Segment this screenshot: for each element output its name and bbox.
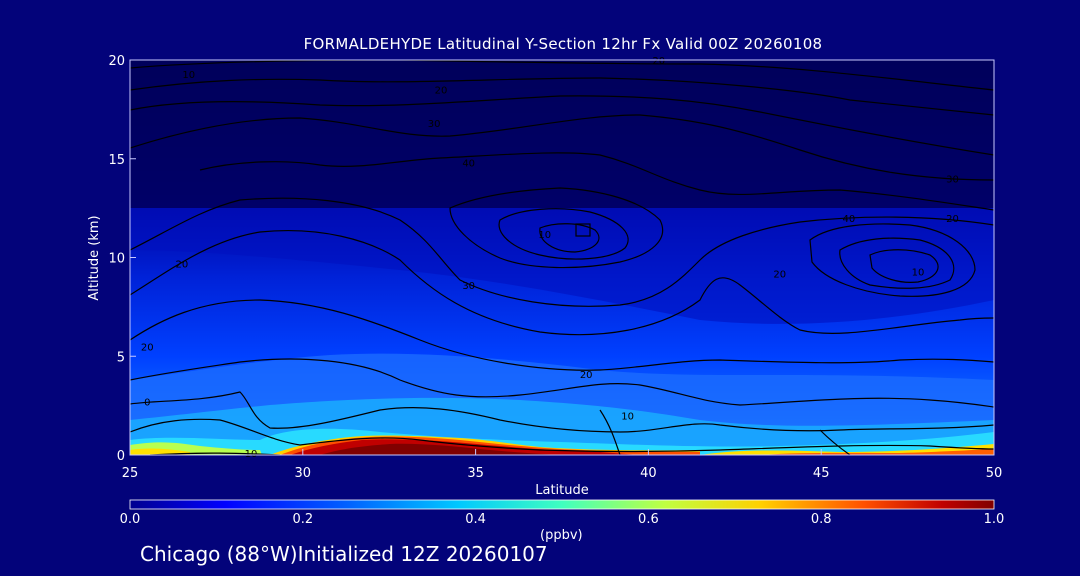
contour-label: 10 — [182, 70, 195, 81]
contour-label: 10 — [538, 230, 551, 241]
x-tick-label: 25 — [122, 466, 139, 481]
x-tick-label: 45 — [813, 466, 830, 481]
x-tick-label: 30 — [295, 466, 312, 481]
colorbar-tick-label: 0.4 — [465, 512, 486, 527]
x-axis-label: Latitude — [535, 483, 589, 498]
y-tick-label: 0 — [117, 449, 125, 464]
y-tick-label: 10 — [108, 252, 125, 267]
x-tick-label: 50 — [986, 466, 1003, 481]
x-tick-label: 40 — [640, 466, 657, 481]
colorbar-tick-label: 0.6 — [638, 512, 659, 527]
contour-label: 20 — [141, 342, 154, 353]
chart-figure: 20 10 20 30 40 40 30 20 10 20 30 20 10 20 20 0 10 10 25 30… — [87, 54, 1003, 510]
contour-label: 40 — [842, 214, 855, 225]
contour-label: 20 — [580, 370, 593, 381]
contour-label: 30 — [462, 281, 475, 292]
contour-label: 30 — [428, 119, 441, 130]
contour-label: 0 — [144, 398, 150, 409]
colorbar-tick-label: 0.0 — [119, 512, 141, 527]
heatmap-field — [130, 60, 994, 455]
contour-label: 10 — [912, 267, 925, 278]
contour-label: 20 — [652, 56, 665, 67]
colorbar-tick-label: 1.0 — [983, 512, 1005, 527]
contour-label: 20 — [773, 269, 786, 280]
contour-label: 20 — [946, 214, 959, 225]
colorbar-tick-label: 0.8 — [810, 512, 832, 527]
chart-title: FORMALDEHYDE Latitudinal Y-Section 12hr … — [303, 35, 823, 53]
y-tick-label: 20 — [108, 54, 125, 69]
contour-label: 20 — [435, 86, 448, 97]
contour-label: 40 — [462, 159, 475, 170]
contour-label: 30 — [946, 175, 959, 186]
y-tick-label: 5 — [117, 350, 125, 365]
contour-label: 10 — [621, 412, 634, 423]
contour-label: 20 — [175, 259, 188, 270]
footer-caption: Chicago (88°W)Initialized 12Z 20260107 — [140, 542, 548, 566]
colorbar — [129, 499, 995, 510]
colorbar-tick-label: 0.2 — [292, 512, 314, 527]
x-tick-label: 35 — [467, 466, 484, 481]
y-tick-label: 15 — [108, 153, 125, 168]
colorbar-units: (ppbv) — [540, 528, 583, 543]
y-axis-label: Altitude (km) — [87, 215, 102, 300]
